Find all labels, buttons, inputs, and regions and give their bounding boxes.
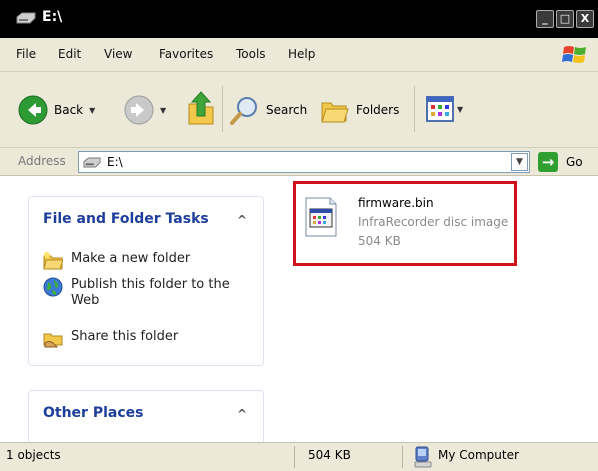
menu-tools[interactable]: Tools	[236, 47, 266, 61]
address-input[interactable]: E:\ ▼	[78, 151, 530, 173]
back-button[interactable]: Back ▼	[18, 95, 95, 125]
window-title: E:\	[42, 9, 63, 25]
collapse-chevron-icon[interactable]: ^	[237, 213, 247, 227]
menu-bar: File Edit View Favorites Tools Help	[0, 38, 598, 72]
status-object-count: 1 objects	[6, 448, 61, 462]
maximize-button[interactable]: □	[556, 10, 574, 28]
back-label: Back	[54, 103, 84, 117]
toolbar-separator	[222, 86, 223, 132]
views-icon	[426, 96, 454, 122]
status-location: My Computer	[438, 448, 519, 462]
menu-view[interactable]: View	[104, 47, 132, 61]
search-icon	[230, 97, 257, 125]
file-item[interactable]: firmware.bin InfraRecorder disc image 50…	[293, 181, 517, 266]
go-button[interactable]: → Go	[538, 152, 583, 172]
title-bar: E:\ _ □ X	[0, 0, 598, 38]
status-bar: 1 objects 504 KB My Computer	[0, 442, 598, 471]
search-button[interactable]: Search	[230, 95, 307, 125]
disc-image-file-icon	[305, 197, 337, 237]
new-folder-icon	[43, 252, 63, 270]
close-button[interactable]: X	[576, 10, 594, 28]
file-folder-tasks-panel: File and Folder Tasks ^ Make a new folde…	[28, 196, 264, 366]
address-label: Address	[18, 154, 66, 168]
other-places-panel: Other Places ^	[28, 390, 264, 450]
task-label: Publish this folder to the Web	[71, 277, 230, 308]
menu-help[interactable]: Help	[288, 47, 315, 61]
drive-icon	[83, 157, 101, 167]
task-label: Share this folder	[71, 329, 179, 344]
forward-button[interactable]: ▼	[124, 95, 166, 125]
back-dropdown-icon[interactable]: ▼	[89, 106, 95, 115]
address-bar: Address E:\ ▼ → Go	[0, 148, 598, 176]
toolbar: Back ▼ ▼ Search Folders ▼	[0, 72, 598, 148]
folders-icon	[321, 102, 349, 123]
file-list: firmware.bin InfraRecorder disc image 50…	[285, 176, 598, 442]
go-arrow-icon: →	[538, 152, 558, 172]
menu-file[interactable]: File	[16, 47, 36, 61]
task-label: Make a new folder	[71, 251, 191, 266]
task-publish-to-web[interactable]: Publish this folder to the Web	[43, 277, 241, 309]
windows-logo-icon	[562, 46, 586, 63]
views-button[interactable]: ▼	[426, 96, 463, 122]
go-label: Go	[566, 155, 583, 169]
globe-icon	[43, 277, 63, 297]
file-type: InfraRecorder disc image	[358, 215, 509, 229]
file-size: 504 KB	[358, 234, 401, 248]
up-folder-icon	[188, 91, 214, 125]
folders-button[interactable]: Folders	[320, 95, 399, 125]
status-separator	[294, 446, 295, 468]
minimize-button[interactable]: _	[536, 10, 554, 28]
up-folder-button[interactable]	[186, 90, 216, 126]
my-computer-icon	[414, 446, 432, 468]
search-label: Search	[266, 103, 308, 117]
task-pane: File and Folder Tasks ^ Make a new folde…	[0, 176, 285, 450]
toolbar-separator	[414, 86, 415, 132]
folders-label: Folders	[356, 103, 400, 117]
back-arrow-icon	[18, 95, 48, 125]
forward-dropdown-icon[interactable]: ▼	[160, 106, 166, 115]
panel-title[interactable]: File and Folder Tasks	[43, 211, 209, 227]
forward-arrow-icon	[124, 95, 154, 125]
collapse-chevron-icon[interactable]: ^	[237, 407, 247, 421]
panel-title[interactable]: Other Places	[43, 405, 143, 421]
task-share-folder[interactable]: Share this folder	[43, 329, 241, 349]
share-folder-icon	[43, 333, 63, 348]
menu-edit[interactable]: Edit	[58, 47, 81, 61]
file-name: firmware.bin	[358, 196, 434, 210]
task-make-new-folder[interactable]: Make a new folder	[43, 251, 241, 271]
address-dropdown-icon[interactable]: ▼	[511, 153, 528, 171]
menu-favorites[interactable]: Favorites	[159, 47, 213, 61]
status-size: 504 KB	[308, 448, 351, 462]
drive-icon	[16, 12, 36, 24]
status-separator	[402, 446, 403, 468]
address-value: E:\	[107, 155, 123, 169]
views-dropdown-icon[interactable]: ▼	[457, 105, 463, 114]
